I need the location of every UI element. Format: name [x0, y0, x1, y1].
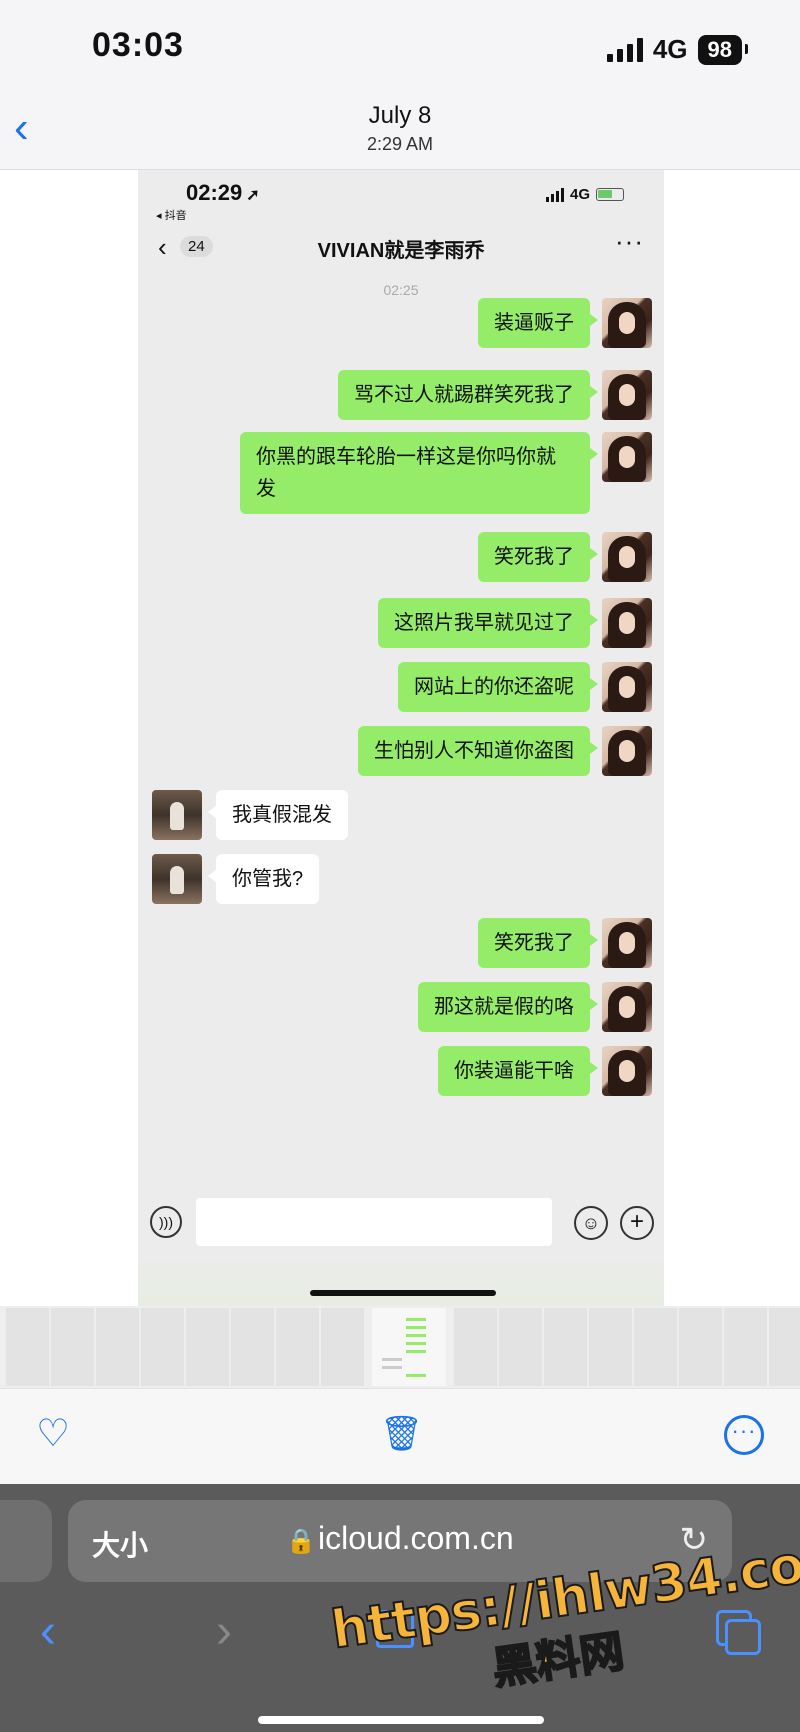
- message-bubble: 装逼贩子: [478, 298, 598, 348]
- chat-more-icon: ···: [615, 226, 644, 256]
- signal-icon: [606, 37, 643, 62]
- thumbnail-current[interactable]: [372, 1308, 446, 1386]
- my-avatar: [602, 662, 652, 712]
- thumbnail[interactable]: [634, 1308, 677, 1386]
- message-row: 网站上的你还盗呢: [398, 662, 652, 714]
- lock-icon: 🔒: [286, 1528, 316, 1555]
- photo-header: ‹ July 8 2:29 AM: [0, 90, 800, 170]
- thumbnail[interactable]: [186, 1308, 229, 1386]
- message-row: 笑死我了: [478, 918, 652, 970]
- my-avatar: [602, 532, 652, 582]
- message-bubble: 这照片我早就见过了: [378, 598, 598, 648]
- home-indicator: [258, 1716, 544, 1724]
- thumbnail[interactable]: [51, 1308, 94, 1386]
- previous-tab[interactable]: [0, 1500, 52, 1582]
- address-bar[interactable]: 大小 🔒 icloud.com.cn ↻: [68, 1500, 732, 1582]
- my-avatar: [602, 918, 652, 968]
- my-avatar: [602, 1046, 652, 1096]
- inner-network-label: 4G: [569, 186, 590, 203]
- thumbnail[interactable]: [499, 1308, 542, 1386]
- my-avatar: [602, 298, 652, 348]
- message-row: 你黑的跟车轮胎一样这是你吗你就发: [240, 432, 652, 514]
- message-bubble: 我真假混发: [208, 790, 348, 840]
- tabs-icon[interactable]: [716, 1610, 761, 1655]
- thumbnail[interactable]: [321, 1308, 364, 1386]
- back-icon[interactable]: ‹: [40, 1604, 56, 1659]
- inner-indicators: 4G: [545, 186, 624, 203]
- message-bubble: 你装逼能干啥: [438, 1046, 598, 1096]
- inner-home-indicator: [310, 1290, 496, 1296]
- voice-icon: ))): [150, 1206, 182, 1238]
- thumbnail[interactable]: [454, 1308, 497, 1386]
- thumbnail[interactable]: [544, 1308, 587, 1386]
- message-bubble: 骂不过人就踢群笑死我了: [338, 370, 598, 420]
- trash-icon[interactable]: 🗑: [380, 1417, 423, 1451]
- message-row: 生怕别人不知道你盗图: [358, 726, 652, 778]
- photo-toolbar: ♡ 🗑 ···: [0, 1388, 800, 1484]
- photo-bottom-area: [138, 1254, 664, 1306]
- location-arrow-icon: ➚: [246, 187, 260, 204]
- inner-signal-icon: [545, 187, 564, 202]
- status-time: 03:03: [92, 26, 184, 64]
- ellipsis-circle-icon[interactable]: ···: [724, 1415, 764, 1455]
- heart-icon[interactable]: ♡: [36, 1415, 70, 1453]
- url-label[interactable]: icloud.com.cn: [318, 1520, 514, 1557]
- battery-icon: 98: [697, 34, 749, 65]
- thumbnail[interactable]: [6, 1308, 49, 1386]
- inner-battery-icon: [596, 188, 624, 201]
- network-label: 4G: [652, 34, 688, 64]
- status-indicators: 4G 98: [606, 34, 749, 65]
- my-avatar: [602, 432, 652, 482]
- message-row: 我真假混发: [152, 790, 348, 842]
- message-bubble: 你管我?: [207, 854, 320, 904]
- thumbnail[interactable]: [231, 1308, 274, 1386]
- message-row: 笑死我了: [478, 532, 652, 584]
- thumbnail[interactable]: [276, 1308, 319, 1386]
- message-row: 你管我?: [152, 854, 320, 906]
- my-avatar: [602, 598, 652, 648]
- message-row: 你装逼能干啥: [438, 1046, 652, 1098]
- photo-image: 02:29 ➚ ◂ 抖音 4G ‹ 24 VIVIAN就是李雨乔 ··· 02:2…: [138, 170, 664, 1306]
- my-avatar: [602, 982, 652, 1032]
- chat-input-bar: ))) ☺ +: [138, 1190, 664, 1254]
- message-row: 装逼贩子: [478, 298, 652, 350]
- photo-time: 2:29 AM: [366, 134, 434, 154]
- plus-icon: +: [620, 1206, 654, 1240]
- my-avatar: [602, 370, 652, 420]
- message-bubble: 笑死我了: [478, 532, 598, 582]
- share-icon[interactable]: [376, 1610, 414, 1648]
- message-bubble: 那这就是假的咯: [418, 982, 598, 1032]
- thumbnail[interactable]: [769, 1308, 800, 1386]
- inner-time: 02:29 ➚: [186, 180, 260, 205]
- message-bubble: 笑死我了: [478, 918, 598, 968]
- inner-status-bar: 02:29 ➚ ◂ 抖音 4G: [138, 170, 664, 222]
- forward-icon[interactable]: ›: [216, 1604, 232, 1659]
- contact-avatar: [152, 790, 202, 840]
- thumbnail[interactable]: [679, 1308, 722, 1386]
- message-row: 这照片我早就见过了: [378, 598, 652, 650]
- message-bubble: 生怕别人不知道你盗图: [358, 726, 598, 776]
- reload-icon[interactable]: ↻: [680, 1520, 709, 1560]
- chat-timestamp: 02:25: [383, 282, 419, 298]
- safari-toolbar: 大小 🔒 icloud.com.cn ↻ ‹ ›: [0, 1484, 800, 1732]
- thumbnail[interactable]: [141, 1308, 184, 1386]
- message-row: 那这就是假的咯: [418, 982, 652, 1034]
- chat-title: VIVIAN就是李雨乔: [317, 240, 485, 262]
- status-bar: 03:03 4G 98: [0, 0, 800, 90]
- thumbnail[interactable]: [724, 1308, 767, 1386]
- text-size-button[interactable]: 大小: [92, 1524, 148, 1564]
- thumbnail-strip[interactable]: [0, 1306, 800, 1388]
- message-bubble: 网站上的你还盗呢: [398, 662, 598, 712]
- photo-date: July 8: [368, 102, 432, 129]
- emoji-icon: ☺: [574, 1206, 608, 1240]
- chat-text-field: [196, 1198, 552, 1246]
- message-bubble: 你黑的跟车轮胎一样这是你吗你就发: [240, 432, 598, 514]
- thumbnail[interactable]: [589, 1308, 632, 1386]
- thumbnail[interactable]: [96, 1308, 139, 1386]
- my-avatar: [602, 726, 652, 776]
- contact-avatar: [152, 854, 202, 904]
- message-row: 骂不过人就踢群笑死我了: [338, 370, 652, 422]
- chat-nav: ‹ 24 VIVIAN就是李雨乔 ···: [138, 220, 664, 276]
